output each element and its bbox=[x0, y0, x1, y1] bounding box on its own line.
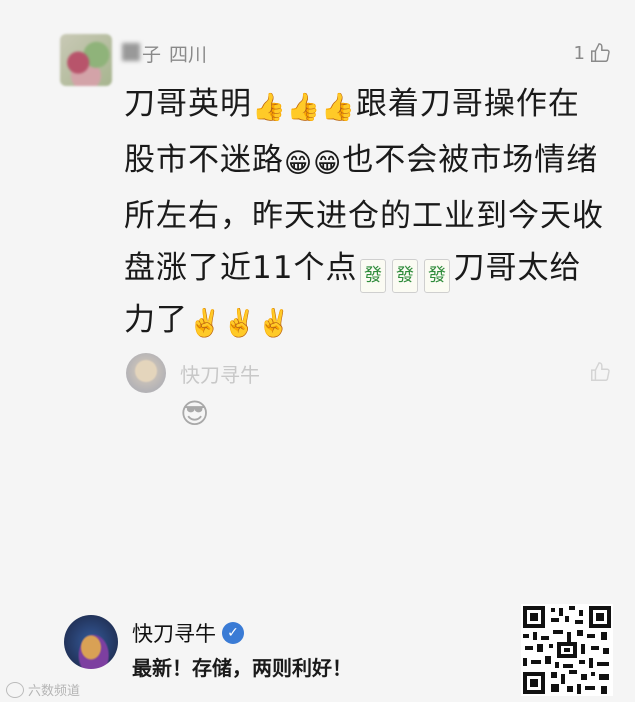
grin-emoji: 😁 bbox=[313, 148, 343, 179]
watermark: 六数频道 bbox=[6, 680, 80, 699]
comment-text: 刀哥英明👍👍👍跟着刀哥操作在 股市不迷路😁😁也不会被市场情绪 所左右，昨天进仓的… bbox=[124, 78, 604, 350]
like-button[interactable]: 1 bbox=[574, 42, 611, 64]
weibo-logo-icon bbox=[6, 681, 24, 698]
reply-like-button[interactable] bbox=[589, 361, 611, 387]
line-text: 盘涨了近11个点 bbox=[124, 250, 358, 286]
mahjong-fa-emoji: 發 bbox=[424, 259, 451, 293]
line-text: 力了 bbox=[124, 302, 188, 338]
commenter-avatar[interactable] bbox=[60, 34, 112, 86]
thumbs-up-emoji: 👍 bbox=[321, 92, 356, 123]
thumbs-up-icon bbox=[591, 43, 610, 62]
comment-line-4: 盘涨了近11个点發發發刀哥太给 bbox=[124, 242, 604, 294]
author-name[interactable]: 快刀寻牛 ✓ bbox=[132, 618, 244, 648]
victory-emoji: ✌️ bbox=[222, 308, 258, 339]
commenter-name-suffix: 子 bbox=[142, 44, 162, 66]
thumbs-up-emoji: 👍 bbox=[286, 92, 322, 123]
thumbs-up-icon bbox=[591, 362, 610, 381]
post-title[interactable]: 最新！存储，两则利好！ bbox=[132, 652, 352, 681]
like-count: 1 bbox=[573, 42, 585, 64]
line-text: 刀哥太给 bbox=[453, 250, 582, 286]
comment-line-2: 股市不迷路😁😁也不会被市场情绪 bbox=[124, 134, 604, 190]
victory-emoji: ✌️ bbox=[257, 308, 292, 339]
author-avatar[interactable] bbox=[64, 615, 118, 669]
reply-avatar[interactable] bbox=[126, 353, 166, 393]
comment-card: 子 四川 1 刀哥英明👍👍👍跟着刀哥操作在 股市不迷路😁😁也不会被市场情绪 所左… bbox=[0, 0, 635, 600]
grin-emoji: 😁 bbox=[284, 148, 314, 179]
line-text: 股市不迷路 bbox=[124, 142, 284, 178]
line-text: 刀哥英明 bbox=[124, 86, 252, 122]
mahjong-fa-emoji: 發 bbox=[392, 259, 419, 293]
comment-line-1: 刀哥英明👍👍👍跟着刀哥操作在 bbox=[124, 78, 604, 134]
commenter-location: 四川 bbox=[169, 44, 208, 66]
line-text: 跟着刀哥操作在 bbox=[355, 86, 580, 122]
line-text: 也不会被市场情绪 bbox=[342, 142, 599, 178]
line-text: 所左右，昨天进仓的工业到今天收 bbox=[124, 198, 604, 234]
thumbs-up-emoji: 👍 bbox=[252, 92, 287, 123]
reply-item[interactable]: 快刀寻牛 😎 bbox=[0, 345, 635, 445]
reply-author-name[interactable]: 快刀寻牛 bbox=[180, 359, 260, 388]
victory-emoji: ✌️ bbox=[188, 308, 223, 339]
comment-line-5: 力了✌️✌️✌️ bbox=[124, 294, 604, 350]
watermark-text: 六数频道 bbox=[28, 684, 81, 699]
blurred-name bbox=[122, 43, 140, 61]
qr-code-icon[interactable] bbox=[521, 604, 613, 696]
author-name-text: 快刀寻牛 bbox=[132, 622, 216, 646]
verified-check-icon: ✓ bbox=[222, 622, 244, 644]
author-footer: 快刀寻牛 ✓ 最新！存储，两则利好！ 六数频道 bbox=[0, 600, 635, 702]
comment-line-3: 所左右，昨天进仓的工业到今天收 bbox=[124, 190, 604, 242]
commenter-name[interactable]: 子 四川 bbox=[122, 40, 207, 67]
sunglasses-emoji: 😎 bbox=[180, 397, 210, 430]
mahjong-fa-emoji: 發 bbox=[360, 259, 387, 293]
